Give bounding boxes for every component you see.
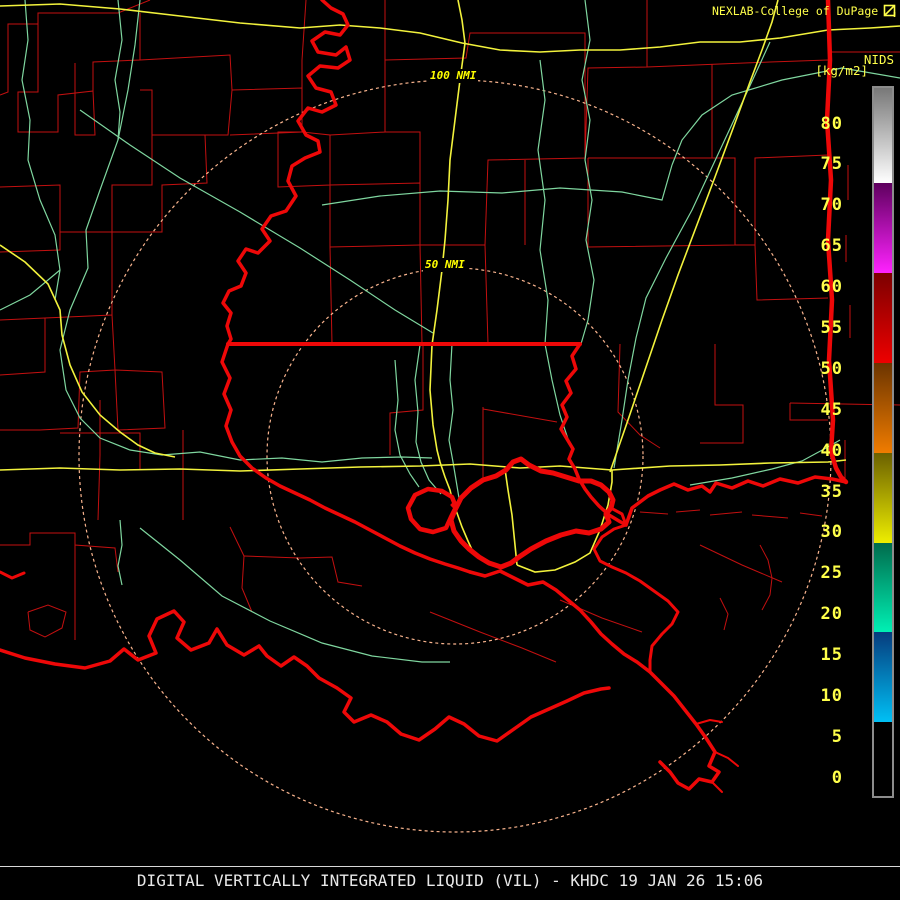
- rivers-segment: [114, 0, 123, 141]
- county-boundaries-segment: [385, 131, 421, 183]
- rivers-segment: [537, 59, 571, 446]
- colorbar-tick-label: 30: [820, 522, 843, 543]
- mississippi-river-lower: [220, 342, 472, 574]
- colorbar-segment--2-to-7: [874, 722, 892, 796]
- county-boundaries-segment: [484, 244, 489, 345]
- range-ring-label-100nmi: 100 NMI: [428, 69, 479, 83]
- county-boundaries-segment: [0, 232, 61, 253]
- county-boundaries-segment: [584, 0, 648, 159]
- radar-display: NEXLAB-College of DuPage NIDS [kg/m2] 80…: [0, 0, 900, 900]
- range-ring-label-50nmi: 50 NMI: [423, 258, 467, 272]
- colorbar-segment-73-to-84.6: [874, 88, 892, 183]
- county-boundaries-segment: [700, 344, 744, 444]
- highway-i12-i10: [0, 459, 847, 472]
- colorbar-tick-label: 60: [820, 277, 843, 298]
- county-boundaries-segment: [646, 59, 829, 68]
- colorbar-tick-label: 80: [820, 113, 843, 134]
- county-boundaries-segment: [719, 597, 729, 631]
- colorbar-segment-29-to-40: [874, 452, 892, 543]
- rivers: [0, 0, 900, 663]
- rivers-segment: [613, 41, 771, 469]
- colorbar-tick-label: 40: [820, 440, 843, 461]
- county-boundaries-segment: [699, 544, 783, 583]
- colorbar-tick-label: 20: [820, 604, 843, 625]
- delta-spike: [714, 751, 739, 767]
- county-boundaries: [0, 0, 900, 663]
- coast-fragment: [0, 570, 26, 580]
- county-boundaries-segment: [111, 134, 208, 233]
- colorbar-tick-label: 0: [831, 767, 843, 788]
- rivers-segment: [117, 519, 123, 586]
- colorbar-tick-label: 70: [820, 195, 843, 216]
- county-boundaries-segment: [243, 555, 363, 587]
- colorbar-segment-51-to-62: [874, 272, 892, 363]
- county-boundaries-segment: [0, 318, 46, 376]
- colorbar-gradient: [874, 88, 892, 796]
- county-boundaries-segment: [329, 246, 333, 345]
- colorbar-segment-40-to-51: [874, 362, 892, 453]
- county-boundaries-segment: [139, 54, 233, 136]
- county-boundaries-segment: [17, 13, 141, 133]
- county-boundaries-segment: [419, 244, 423, 345]
- county-boundaries-segment: [588, 64, 713, 159]
- county-boundaries-segment: [74, 63, 96, 136]
- county-boundaries-segment: [675, 509, 701, 513]
- colorbar-tick-label: 75: [820, 154, 843, 175]
- colorbar-units: [kg/m2]: [815, 63, 868, 78]
- colorbar-tick-label: 25: [820, 563, 843, 584]
- county-boundaries-segment: [799, 512, 823, 517]
- colorbar-tick-label: 10: [820, 685, 843, 706]
- radar-map: [0, 0, 900, 833]
- highway-causeway: [504, 468, 518, 566]
- lake-borgne-shore: [592, 523, 680, 674]
- county-boundaries-segment: [709, 511, 743, 516]
- colorbar-segment-18-to-29: [874, 542, 892, 633]
- rivers-segment: [414, 344, 442, 495]
- lake-maurepas: [405, 486, 459, 535]
- colorbar-tick-label: 50: [820, 358, 843, 379]
- colorbar-segment-7-to-18: [874, 632, 892, 723]
- colorbar-tick-label: 15: [820, 645, 843, 666]
- colorbar-tick-label: 65: [820, 236, 843, 257]
- county-boundaries-segment: [27, 604, 67, 638]
- county-boundaries-segment: [329, 32, 586, 246]
- colorbar-tick-label: 5: [831, 726, 843, 747]
- colorbar: [872, 86, 894, 798]
- county-boundaries-segment: [97, 400, 101, 521]
- rivers-segment: [21, 0, 61, 301]
- footer-divider: [0, 866, 900, 867]
- county-boundaries-segment: [587, 157, 736, 248]
- la-coast-west: [0, 609, 611, 743]
- highway-i59: [609, 0, 779, 473]
- delta-spike: [695, 719, 723, 725]
- county-boundaries-segment: [429, 611, 557, 663]
- rivers-segment: [580, 0, 595, 345]
- colorbar-segment-62-to-73: [874, 182, 892, 273]
- county-boundaries-segment: [482, 408, 558, 423]
- county-boundaries-segment: [229, 87, 303, 136]
- river-delta: [468, 569, 721, 791]
- rivers-segment: [321, 164, 673, 206]
- colorbar-tick-label: 35: [820, 481, 843, 502]
- county-boundaries-segment: [0, 532, 119, 573]
- county-boundaries-segment: [229, 526, 253, 613]
- lake-pontchartrain: [448, 456, 616, 570]
- delta-spike: [711, 781, 723, 793]
- county-boundaries-segment: [751, 514, 789, 519]
- site-title: NEXLAB-College of DuPage: [712, 4, 879, 18]
- product-caption: DIGITAL VERTICALLY INTEGRATED LIQUID (VI…: [136, 871, 764, 890]
- rivers-segment: [448, 343, 460, 499]
- pearl-river: [559, 342, 628, 527]
- colorbar-tick-label: 45: [820, 399, 843, 420]
- cod-flag-icon: [883, 4, 896, 17]
- county-boundaries-segment: [639, 511, 669, 515]
- rivers-segment: [79, 109, 434, 334]
- county-boundaries-segment: [0, 184, 112, 233]
- county-boundaries-segment: [114, 369, 166, 431]
- colorbar-tick-label: 55: [820, 317, 843, 338]
